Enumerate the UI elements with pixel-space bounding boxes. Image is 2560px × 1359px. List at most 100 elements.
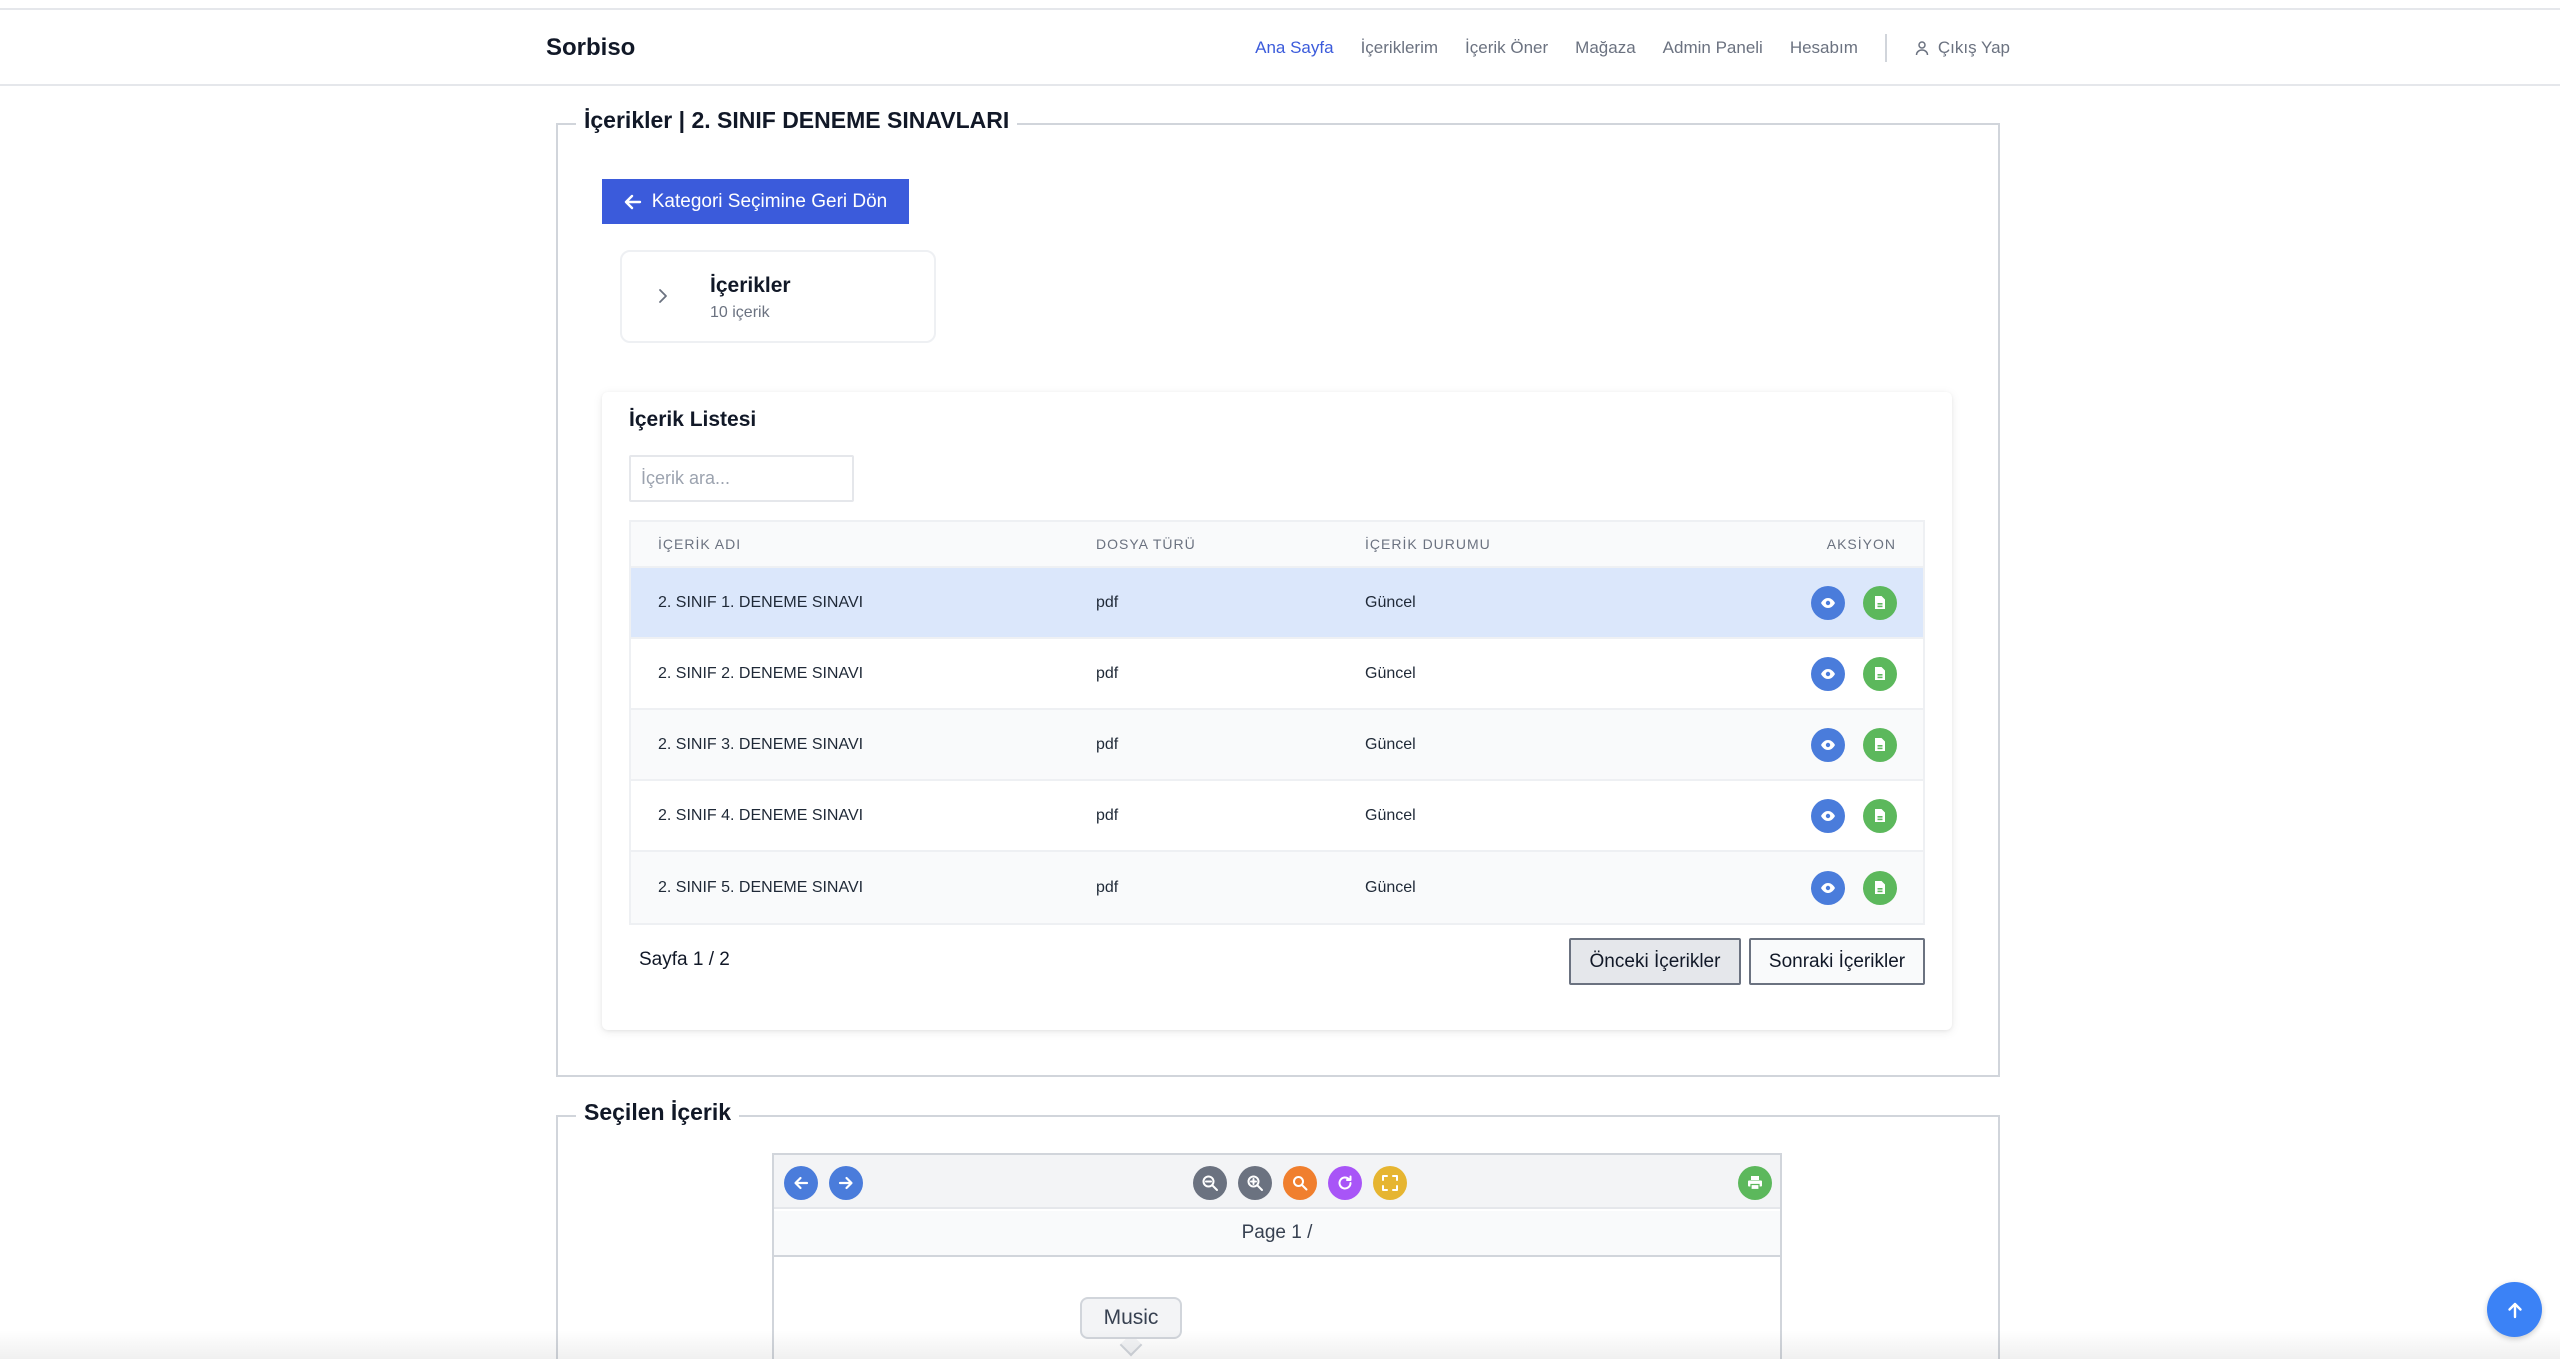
row-status: Güncel (1365, 664, 1416, 682)
navbar: Sorbiso Ana Sayfa İçeriklerim İçerik Öne… (0, 10, 2560, 86)
eye-icon (1821, 882, 1835, 893)
file-button[interactable] (1863, 870, 1897, 905)
table-row[interactable]: 2. SINIF 5. DENEME SINAVI pdf Güncel (631, 852, 1923, 923)
row-actions (1665, 656, 1923, 691)
column-header-type: DOSYA TÜRÜ (1096, 536, 1196, 552)
zoom-in-icon (1247, 1175, 1263, 1191)
fullscreen-icon (1382, 1175, 1398, 1191)
zoom-in-button[interactable] (1238, 1166, 1272, 1200)
row-actions (1665, 798, 1923, 833)
zoom-out-icon (1202, 1175, 1218, 1191)
nav-link-suggest-content[interactable]: İçerik Öner (1465, 38, 1548, 58)
nav-link-my-contents[interactable]: İçeriklerim (1361, 38, 1438, 58)
row-status: Güncel (1365, 593, 1416, 611)
chevron-right-icon (659, 289, 667, 303)
viewer-page-indicator: Page 1 / (774, 1211, 1780, 1257)
eye-icon (1821, 739, 1835, 750)
file-button[interactable] (1863, 585, 1897, 620)
eye-icon (1821, 668, 1835, 679)
row-type: pdf (1096, 806, 1119, 824)
row-type: pdf (1096, 735, 1119, 753)
music-tooltip: Music (1080, 1297, 1182, 1339)
row-type: pdf (1096, 664, 1119, 682)
prev-page-button[interactable] (784, 1166, 818, 1200)
nav-link-admin-panel[interactable]: Admin Paneli (1663, 38, 1763, 58)
eye-icon (1821, 597, 1835, 608)
viewer-toolbar (774, 1155, 1780, 1209)
row-name: 2. SINIF 2. DENEME SINAVI (658, 664, 864, 682)
user-icon (1915, 41, 1929, 56)
view-button[interactable] (1811, 870, 1845, 905)
row-status: Güncel (1365, 806, 1416, 824)
pdf-viewer: Page 1 / (772, 1153, 1782, 1359)
view-button[interactable] (1811, 585, 1845, 620)
row-name: 2. SINIF 5. DENEME SINAVI (658, 878, 864, 896)
content-list-title: İçerik Listesi (629, 408, 757, 431)
table-header: İÇERİK ADI DOSYA TÜRÜ İÇERİK DURUMU AKSİ… (631, 522, 1923, 568)
category-count: 10 içerik (710, 304, 770, 321)
page-info: Sayfa 1 / 2 (639, 949, 730, 970)
nav-links: Ana Sayfa İçeriklerim İçerik Öner Mağaza… (1228, 10, 2010, 86)
rotate-icon (1338, 1175, 1352, 1190)
file-button[interactable] (1863, 798, 1897, 833)
file-icon (1875, 738, 1885, 751)
view-button[interactable] (1811, 798, 1845, 833)
back-to-category-button[interactable]: Kategori Seçimine Geri Dön (602, 179, 909, 224)
logout-link[interactable]: Çıkış Yap (1914, 38, 2010, 58)
selected-content-legend: Seçilen İçerik (576, 1099, 740, 1126)
back-button-label: Kategori Seçimine Geri Dön (651, 190, 888, 212)
arrow-up-icon (2507, 1302, 2522, 1318)
file-icon (1875, 667, 1885, 680)
file-icon (1875, 596, 1885, 609)
content-search-input[interactable] (629, 455, 854, 502)
row-actions (1665, 727, 1923, 762)
logout-label: Çıkış Yap (1937, 38, 2010, 57)
next-contents-button[interactable]: Sonraki İçerikler (1749, 938, 1925, 985)
contents-panel-legend: İçerikler | 2. SINIF DENEME SINAVLARI (576, 107, 1018, 134)
column-header-status: İÇERİK DURUMU (1365, 536, 1491, 552)
arrow-left-icon (624, 194, 641, 209)
row-name: 2. SINIF 1. DENEME SINAVI (658, 593, 864, 611)
nav-link-home[interactable]: Ana Sayfa (1255, 38, 1333, 58)
previous-contents-button[interactable]: Önceki İçerikler (1569, 938, 1741, 985)
row-name: 2. SINIF 4. DENEME SINAVI (658, 806, 864, 824)
table-row[interactable]: 2. SINIF 1. DENEME SINAVI pdf Güncel (631, 568, 1923, 639)
arrow-right-icon (838, 1176, 853, 1190)
view-button[interactable] (1811, 656, 1845, 691)
file-button[interactable] (1863, 656, 1897, 691)
column-header-name: İÇERİK ADI (658, 536, 742, 552)
content-list-card: İçerik Listesi İÇERİK ADI DOSYA TÜRÜ İÇE… (602, 392, 1952, 1030)
file-button[interactable] (1863, 727, 1897, 762)
row-name: 2. SINIF 3. DENEME SINAVI (658, 735, 864, 753)
table-row[interactable]: 2. SINIF 3. DENEME SINAVI pdf Güncel (631, 710, 1923, 781)
next-page-button[interactable] (829, 1166, 863, 1200)
file-icon (1875, 809, 1885, 822)
nav-link-store[interactable]: Mağaza (1575, 38, 1635, 58)
row-type: pdf (1096, 593, 1119, 611)
table-row[interactable]: 2. SINIF 2. DENEME SINAVI pdf Güncel (631, 639, 1923, 710)
table-row[interactable]: 2. SINIF 4. DENEME SINAVI pdf Güncel (631, 781, 1923, 852)
nav-divider (1884, 34, 1887, 62)
arrow-left-icon (794, 1176, 809, 1190)
search-button[interactable] (1283, 1166, 1317, 1200)
category-title: İçerikler (710, 274, 791, 297)
nav-link-account[interactable]: Hesabım (1790, 38, 1858, 58)
file-icon (1875, 881, 1885, 894)
category-card[interactable]: İçerikler 10 içerik (620, 250, 936, 343)
rotate-button[interactable] (1328, 1166, 1362, 1200)
row-type: pdf (1096, 878, 1119, 896)
row-status: Güncel (1365, 735, 1416, 753)
print-button[interactable] (1738, 1166, 1772, 1200)
fullscreen-button[interactable] (1373, 1166, 1407, 1200)
row-actions (1665, 870, 1923, 905)
eye-icon (1821, 810, 1835, 821)
row-actions (1665, 585, 1923, 620)
content-table: İÇERİK ADI DOSYA TÜRÜ İÇERİK DURUMU AKSİ… (629, 520, 1925, 925)
zoom-out-button[interactable] (1193, 1166, 1227, 1200)
view-button[interactable] (1811, 727, 1845, 762)
row-status: Güncel (1365, 878, 1416, 896)
brand-logo[interactable]: Sorbiso (546, 34, 635, 62)
column-header-action: AKSİYON (1826, 536, 1896, 552)
print-icon (1748, 1176, 1762, 1191)
scroll-to-top-button[interactable] (2487, 1282, 2542, 1337)
